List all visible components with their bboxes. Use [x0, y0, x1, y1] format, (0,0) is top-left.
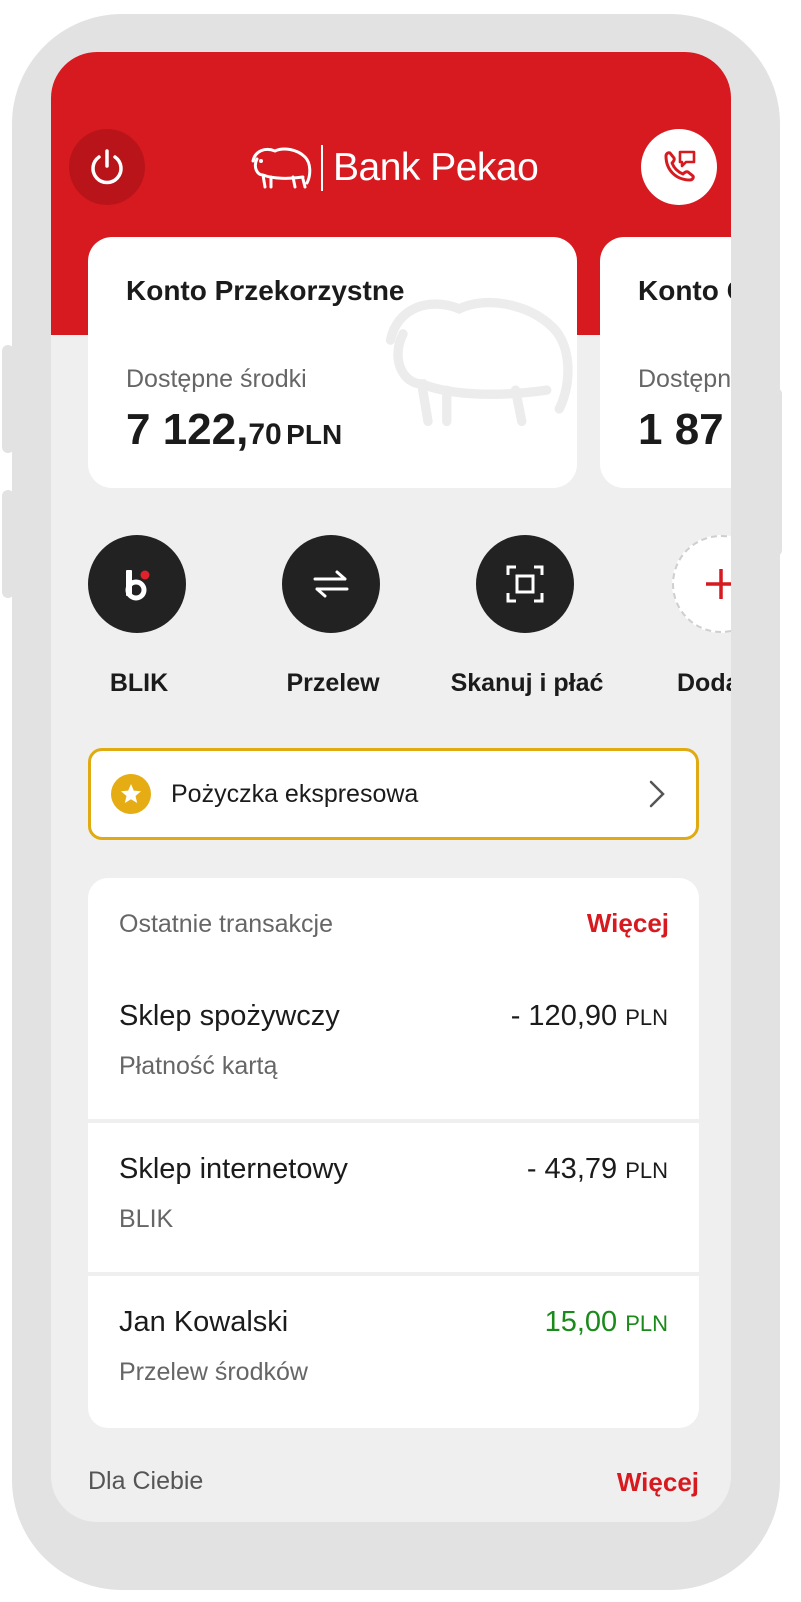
amount-currency: PLN: [625, 1158, 668, 1183]
balance-label: Dostępne środki: [126, 365, 307, 393]
transaction-name: Sklep spożywczy: [119, 1000, 340, 1032]
transaction-row[interactable]: Sklep spożywczy Płatność kartą - 120,90 …: [88, 970, 699, 1122]
transactions-more-link[interactable]: Więcej: [587, 908, 669, 939]
amount-currency: PLN: [625, 1311, 668, 1336]
for-you-more-link[interactable]: Więcej: [617, 1467, 699, 1498]
volume-button: [2, 345, 14, 453]
blik-icon: [125, 570, 150, 601]
bank-name: Bank Pekao: [333, 146, 539, 189]
transaction-subtitle: Przelew środków: [119, 1358, 308, 1386]
account-title: Konto Przekorzystne: [126, 275, 405, 306]
transaction-amount: 15,00 PLN: [545, 1306, 668, 1339]
add-shortcut-button[interactable]: [672, 535, 731, 633]
amount-value: - 43,79: [526, 1153, 618, 1185]
transaction-subtitle: Płatność kartą: [119, 1052, 278, 1080]
plus-icon: [706, 569, 731, 599]
for-you-title: Dla Ciebie: [88, 1467, 204, 1495]
amount-value: - 120,90: [510, 1000, 618, 1032]
transaction-name: Jan Kowalski: [119, 1306, 289, 1338]
side-power-button: [770, 388, 782, 556]
for-you-section-header: Dla Ciebie Więcej: [88, 1467, 699, 1507]
balance-currency: PLN: [286, 419, 343, 450]
account-balance: 1 87: [638, 405, 724, 455]
loan-label: Pożyczka ekspresowa: [171, 779, 419, 808]
account-balance: 7 122,70 PLN: [126, 405, 342, 455]
app-screen: Bank Pekao Konto Przekorzystne Dostępne …: [51, 52, 731, 1522]
bank-logo: Bank Pekao: [249, 140, 539, 196]
balance-label: Dostępn: [638, 365, 731, 393]
amount-currency: PLN: [625, 1005, 668, 1030]
scan-button[interactable]: [476, 535, 574, 633]
balance-integer: 1 87: [638, 405, 724, 454]
account-card-main[interactable]: Konto Przekorzystne Dostępne środki 7 12…: [88, 237, 577, 488]
power-icon: [91, 149, 123, 185]
logout-button[interactable]: [69, 129, 145, 205]
recent-transactions-panel: Ostatnie transakcje Więcej Sklep spożywc…: [88, 878, 699, 1428]
transaction-name: Sklep internetowy: [119, 1153, 348, 1185]
bison-logo-icon: [251, 147, 312, 189]
quick-action-label: Przelew: [286, 669, 380, 697]
balance-decimals: 70: [248, 418, 282, 451]
transaction-row[interactable]: Jan Kowalski Przelew środków 15,00 PLN: [88, 1276, 699, 1428]
star-icon: [111, 774, 151, 814]
blik-button[interactable]: [88, 535, 186, 633]
quick-action-label: Skanuj i płać: [450, 669, 604, 697]
contact-button[interactable]: [641, 129, 717, 205]
quick-action-label: BLIK: [109, 669, 169, 697]
transfer-arrows-icon: [313, 570, 349, 598]
volume-button-lower: [2, 490, 14, 598]
transaction-row[interactable]: Sklep internetowy BLIK - 43,79 PLN: [88, 1123, 699, 1275]
balance-integer: 7 122,: [126, 405, 249, 454]
account-title: Konto C: [638, 275, 731, 306]
quick-action-label: Dodaj s: [677, 669, 731, 697]
transaction-amount: - 120,90 PLN: [511, 1000, 668, 1033]
phone-message-icon: [664, 150, 696, 182]
transfer-button[interactable]: [282, 535, 380, 633]
chevron-right-icon: [649, 780, 665, 808]
transaction-subtitle: BLIK: [119, 1205, 174, 1233]
bison-watermark-icon: [385, 297, 573, 427]
quick-actions: BLIK Przelew Skanuj i płać Dod: [51, 535, 731, 715]
transactions-header: Ostatnie transakcje: [119, 910, 333, 938]
amount-value: 15,00: [544, 1306, 618, 1338]
logo-separator: [321, 145, 323, 191]
account-card-second[interactable]: Konto C Dostępn 1 87: [600, 237, 731, 488]
transaction-amount: - 43,79 PLN: [527, 1153, 668, 1186]
express-loan-banner[interactable]: Pożyczka ekspresowa: [88, 748, 699, 840]
scan-icon: [506, 565, 544, 603]
